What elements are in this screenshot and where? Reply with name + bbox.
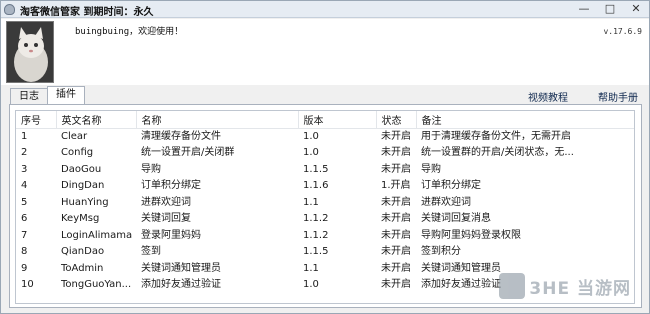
help-manual-link[interactable]: 帮助手册 — [598, 89, 638, 104]
watermark-text: 3HE 当游网 — [529, 278, 631, 299]
tab-bar: 日志 插件 视频教程 帮助手册 — [1, 85, 649, 105]
plugins-panel: 序号 英文名称 名称 版本 状态 备注 1 Clear 清理缓存备份文件 1.0 — [9, 104, 642, 308]
cell-version: 1.1.2 — [303, 213, 329, 225]
cell-version: 1.1 — [303, 262, 319, 274]
cell-index: 7 — [21, 229, 28, 241]
table-row[interactable]: 1 Clear 清理缓存备份文件 1.0 未开启 用于清理缓存备份文件，无需开启 — [16, 128, 634, 145]
cell-version: 1.0 — [303, 279, 319, 291]
cell-name: 统一设置开启/关闭群 — [141, 147, 235, 159]
avatar — [6, 21, 54, 83]
table-row[interactable]: 6 KeyMsg 关键词回复 1.1.2 未开启 关键词回复消息 — [16, 211, 634, 228]
column-header-remark[interactable]: 备注 — [416, 111, 634, 129]
cell-version: 1.1.5 — [303, 163, 329, 175]
watermark-icon — [499, 273, 526, 299]
column-header-index[interactable]: 序号 — [16, 111, 57, 129]
cat-avatar-icon — [7, 22, 53, 82]
cell-name: 清理缓存备份文件 — [141, 131, 221, 142]
cell-name: 进群欢迎词 — [141, 196, 191, 208]
cell-status: 未开启 — [381, 131, 411, 142]
cell-remark: 进群欢迎词 — [421, 196, 471, 208]
cell-index: 9 — [21, 262, 28, 274]
table-row[interactable]: 5 HuanYing 进群欢迎词 1.1 未开启 进群欢迎词 — [16, 194, 634, 211]
cell-name: 关键词回复 — [141, 213, 191, 225]
cell-english-name: Config — [61, 147, 94, 159]
cell-version: 1.1.6 — [303, 180, 329, 192]
cell-index: 5 — [21, 196, 28, 208]
cell-english-name: Clear — [61, 131, 88, 142]
cell-english-name: HuanYing — [61, 196, 109, 208]
cell-english-name: DaoGou — [61, 163, 102, 175]
cell-name: 登录阿里妈妈 — [141, 229, 201, 241]
cell-version: 1.0 — [303, 131, 319, 142]
cell-name: 导购 — [141, 163, 161, 175]
cell-status: 1.开启 — [381, 180, 411, 192]
minimize-button[interactable]: — — [571, 1, 597, 17]
cell-status: 未开启 — [381, 279, 411, 291]
cell-english-name: ToAdmin — [61, 262, 104, 274]
cell-remark: 统一设置群的开启/关闭状态，无... — [421, 147, 574, 159]
cell-remark: 签到积分 — [421, 246, 461, 258]
cell-english-name: DingDan — [61, 180, 105, 192]
maximize-button[interactable]: □ — [597, 1, 623, 17]
cell-index: 4 — [21, 180, 28, 192]
app-icon — [4, 4, 15, 15]
cell-status: 未开启 — [381, 196, 411, 208]
column-header-status[interactable]: 状态 — [376, 111, 417, 129]
column-header-name[interactable]: 名称 — [136, 111, 299, 129]
cell-english-name: QianDao — [61, 246, 105, 258]
cell-index: 2 — [21, 147, 28, 159]
cell-index: 1 — [21, 131, 28, 142]
cell-name: 签到 — [141, 246, 161, 258]
title-bar[interactable]: 淘客微信管家 到期时间：永久 — □ ✕ — [1, 1, 649, 18]
cell-english-name: LoginAlimama — [61, 229, 133, 241]
cell-status: 未开启 — [381, 262, 411, 274]
cell-status: 未开启 — [381, 246, 411, 258]
cell-name: 添加好友通过验证 — [141, 279, 221, 291]
app-window: 淘客微信管家 到期时间：永久 — □ ✕ buingbuing，欢迎使用！ v.… — [0, 0, 650, 314]
cell-status: 未开启 — [381, 163, 411, 175]
window-title: 淘客微信管家 到期时间：永久 — [20, 7, 154, 18]
cell-version: 1.1 — [303, 196, 319, 208]
welcome-text: buingbuing，欢迎使用！ — [75, 27, 184, 37]
cell-status: 未开启 — [381, 213, 411, 225]
close-button[interactable]: ✕ — [623, 1, 649, 17]
table-row[interactable]: 2 Config 统一设置开启/关闭群 1.0 未开启 统一设置群的开启/关闭状… — [16, 145, 634, 162]
window-controls: — □ ✕ — [571, 1, 649, 17]
cell-english-name: KeyMsg — [61, 213, 100, 225]
cell-remark: 导购阿里妈妈登录权限 — [421, 229, 521, 241]
table-row[interactable]: 7 LoginAlimama 登录阿里妈妈 1.1.2 未开启 导购阿里妈妈登录… — [16, 227, 634, 244]
plugins-table: 序号 英文名称 名称 版本 状态 备注 1 Clear 清理缓存备份文件 1.0 — [16, 111, 634, 293]
cell-remark: 订单积分绑定 — [421, 180, 481, 192]
column-header-english-name[interactable]: 英文名称 — [56, 111, 137, 129]
cell-version: 1.0 — [303, 147, 319, 159]
cell-version: 1.1.2 — [303, 229, 329, 241]
tab-log[interactable]: 日志 — [10, 88, 48, 104]
header-panel: buingbuing，欢迎使用！ v.17.6.9 — [1, 19, 649, 85]
cell-status: 未开启 — [381, 147, 411, 159]
video-tutorial-link[interactable]: 视频教程 — [528, 89, 568, 104]
cell-index: 10 — [21, 279, 34, 291]
table-row[interactable]: 3 DaoGou 导购 1.1.5 未开启 导购 — [16, 161, 634, 178]
cell-remark: 导购 — [421, 163, 441, 175]
cell-remark: 关键词回复消息 — [421, 213, 491, 225]
cell-version: 1.1.5 — [303, 246, 329, 258]
cell-english-name: TongGuoYan... — [61, 279, 132, 291]
cell-name: 订单积分绑定 — [141, 180, 201, 192]
tab-plugins[interactable]: 插件 — [47, 86, 85, 105]
version-label: v.17.6.9 — [603, 27, 642, 36]
cell-index: 6 — [21, 213, 28, 225]
cell-index: 3 — [21, 163, 28, 175]
table-row[interactable]: 8 QianDao 签到 1.1.5 未开启 签到积分 — [16, 244, 634, 261]
cell-name: 关键词通知管理员 — [141, 262, 221, 274]
cell-index: 8 — [21, 246, 28, 258]
cell-status: 未开启 — [381, 229, 411, 241]
cell-remark: 用于清理缓存备份文件，无需开启 — [421, 131, 571, 142]
table-row[interactable]: 4 DingDan 订单积分绑定 1.1.6 1.开启 订单积分绑定 — [16, 178, 634, 195]
table-header-row: 序号 英文名称 名称 版本 状态 备注 — [16, 111, 634, 129]
watermark-logo: 3HE 当游网 — [499, 269, 631, 303]
column-header-version[interactable]: 版本 — [298, 111, 377, 129]
